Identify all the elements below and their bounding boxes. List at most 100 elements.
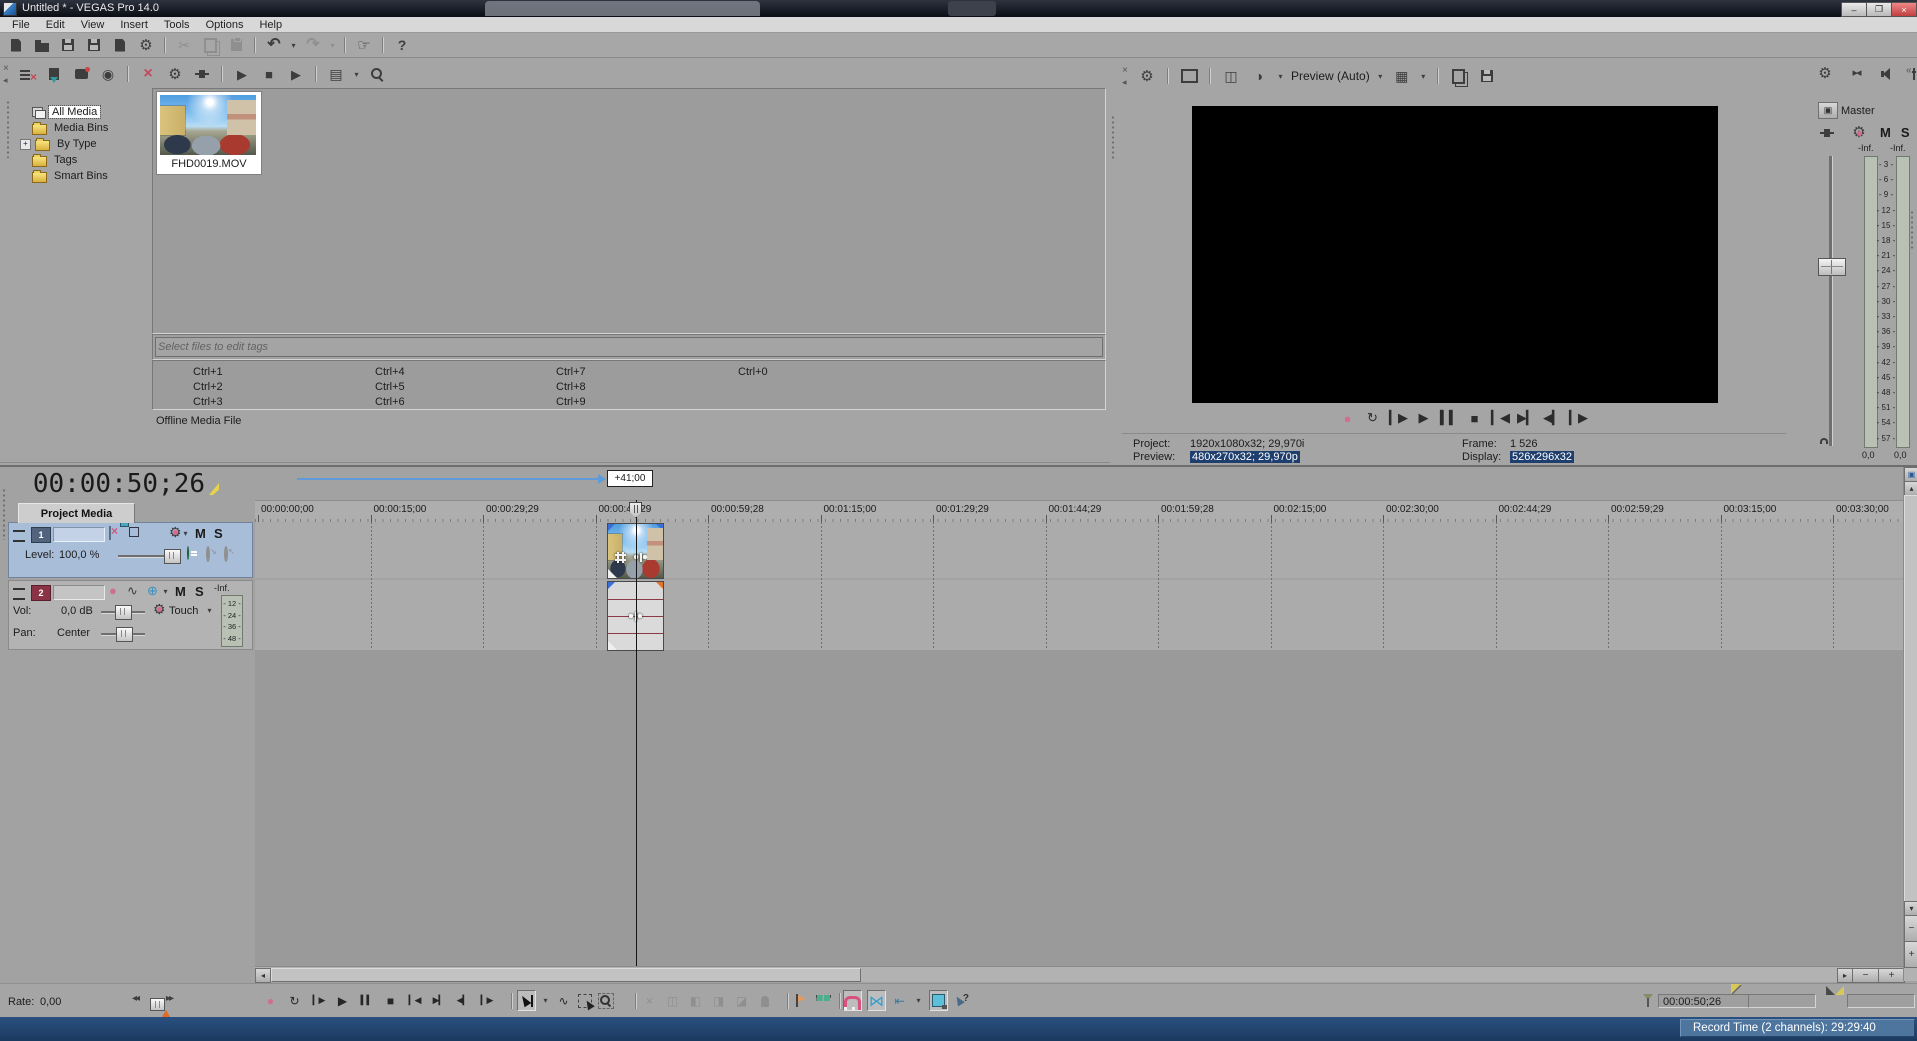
selection-edit-tool-button[interactable] [576,991,593,1010]
next-frame-button[interactable]: ▎▶ [1569,409,1588,428]
media-fx-button[interactable] [191,65,213,84]
media-properties-button[interactable]: ⚙ [164,65,186,84]
stop-button[interactable]: ■ [1466,409,1483,428]
tag-edit-input[interactable] [155,337,1103,357]
minimize-track-icon[interactable] [13,530,25,542]
external-monitor-button[interactable] [1178,67,1200,86]
overlays-dropdown[interactable]: ▾ [1419,72,1428,81]
track-mute-button[interactable]: M [175,584,186,599]
auto-ripple-button[interactable]: ⇤ [891,991,908,1010]
minimize-button[interactable]: – [1841,2,1867,17]
preview-quality-icon-button[interactable]: ◑ [1248,67,1270,86]
volume-slider[interactable] [101,605,145,620]
slip-button[interactable]: ◪ [733,991,750,1010]
master-mute-button[interactable]: M [1880,125,1891,140]
close-dock-icon[interactable]: × [1122,66,1128,76]
zoom-in-track-button[interactable]: + [1904,941,1917,968]
redo-dropdown[interactable]: ▾ [328,41,337,50]
go-to-start-button[interactable]: ▎◀ [1491,409,1510,428]
zoom-in-time-button[interactable]: + [1878,968,1905,983]
open-button[interactable] [31,36,53,55]
whats-this-help-button[interactable]: ? [391,36,413,55]
render-as-button[interactable] [109,36,131,55]
automation-settings-button[interactable]: ⚙ [153,602,166,616]
normal-edit-tool-dropdown[interactable]: ▾ [540,991,551,1010]
loop-playback-button[interactable]: ↻ [286,991,303,1010]
fade-corner[interactable] [608,569,617,578]
level-slider-knob[interactable] [164,549,181,564]
play-from-start-button[interactable]: ▎▶ [310,991,327,1010]
audio-track-header[interactable]: 2 ● ∿ ⊕ ▾ M S -Inf. 12 24 36 48 Vol: 0,0 dB… [8,580,253,650]
invert-phase-button[interactable]: ⊕ [147,584,158,597]
project-video-properties-button[interactable]: ⚙ [1136,67,1158,86]
play-from-start-button[interactable]: ▎▶ [1389,409,1408,428]
track-name-field[interactable] [53,527,105,542]
track-solo-button[interactable]: S [214,526,223,541]
views-dropdown[interactable]: ▾ [352,70,361,79]
views-button[interactable]: ▤ [325,65,347,84]
automation-settings-button[interactable]: ⚙ [1848,123,1870,142]
timeline-time-display[interactable]: 00:00:50;26 [0,469,205,499]
pause-button[interactable]: ▍▍ [1440,409,1459,428]
menu-view[interactable]: View [73,19,113,31]
pan-slider[interactable] [101,627,145,642]
interactive-tutorials-button[interactable]: ☞ [353,36,375,55]
video-preview-screen[interactable] [1192,106,1718,403]
search-media-bins-button[interactable] [366,65,388,84]
fade-corner[interactable] [608,641,617,650]
go-to-start-button[interactable]: ▎◀ [406,991,423,1010]
dock-grip[interactable] [1910,210,1915,250]
vertical-scrollbar[interactable]: ▣ ▴ ▾ − + [1903,467,1917,981]
undo-button[interactable]: ↶ [263,36,285,55]
track-name-field[interactable] [53,585,105,600]
timeline-corner-button[interactable]: ▣ [1904,467,1917,482]
previous-frame-button[interactable]: ◀▎ [1543,409,1562,428]
media-item-card[interactable]: FHD0019.MOV [156,91,262,175]
record-button[interactable]: ● [262,991,279,1010]
scroll-right-button[interactable]: ▸ [1837,968,1853,983]
volume-slider-knob[interactable] [115,605,132,620]
undo-dropdown[interactable]: ▾ [289,41,298,50]
downmix-output-button[interactable]: ▸◂ [1845,64,1867,83]
video-track-header[interactable]: 1 ⚙ ▾ M S Level: 100,0 % [8,522,253,578]
close-dock-icon[interactable]: × [3,64,9,74]
insert-fx-button[interactable] [1816,123,1838,142]
rate-scrub-left-icon[interactable]: ◂◂ [132,994,140,1004]
zoom-edit-tool-button[interactable] [597,991,614,1010]
tree-item-by-type[interactable]: + By Type [20,136,100,152]
preview-quality-label[interactable]: Preview (Auto) [1291,69,1370,83]
auto-crossfade-button[interactable]: ⋈ [867,990,886,1011]
scrollbar-thumb[interactable] [1904,495,1917,902]
scroll-left-button[interactable]: ◂ [255,968,271,983]
trim-end-button[interactable]: ◨ [710,991,727,1010]
project-properties-button[interactable]: ⚙ [135,36,157,55]
insert-marker-button[interactable] [792,991,809,1010]
copy-snapshot-button[interactable] [1448,67,1470,86]
automation-dropdown[interactable]: ▾ [181,529,190,538]
menu-edit[interactable]: Edit [38,19,73,31]
save-snapshot-button[interactable] [1476,67,1498,86]
envelope-edit-tool-button[interactable]: ∿ [555,991,572,1010]
auto-ripple-dropdown[interactable]: ▾ [913,991,924,1010]
lock-event-button[interactable] [756,991,773,1010]
make-compositing-parent-button[interactable] [224,546,228,562]
lock-envelopes-button[interactable] [929,990,948,1011]
redo-button[interactable]: ↷ [302,36,324,55]
play-button[interactable]: ▶ [1415,409,1432,428]
selection-start-field[interactable] [1748,994,1816,1008]
pause-button[interactable]: ▍▍ [358,991,375,1010]
menu-options[interactable]: Options [198,19,252,31]
split-button[interactable]: × [641,991,658,1010]
make-compositing-child-button[interactable] [206,546,210,562]
pan-slider-knob[interactable] [116,627,133,642]
track-mute-button[interactable]: M [195,526,206,541]
normal-edit-tool-button[interactable] [517,990,536,1011]
tree-item-all-media[interactable]: All Media [32,104,102,120]
stop-button[interactable]: ■ [382,991,399,1010]
zoom-out-time-button[interactable]: − [1852,968,1879,983]
save-button[interactable] [57,36,79,55]
cut-button[interactable]: ✂ [173,36,195,55]
level-slider[interactable] [118,549,181,564]
overlays-grid-button[interactable]: ▦ [1391,67,1413,86]
audio-track-row[interactable] [255,580,1903,650]
